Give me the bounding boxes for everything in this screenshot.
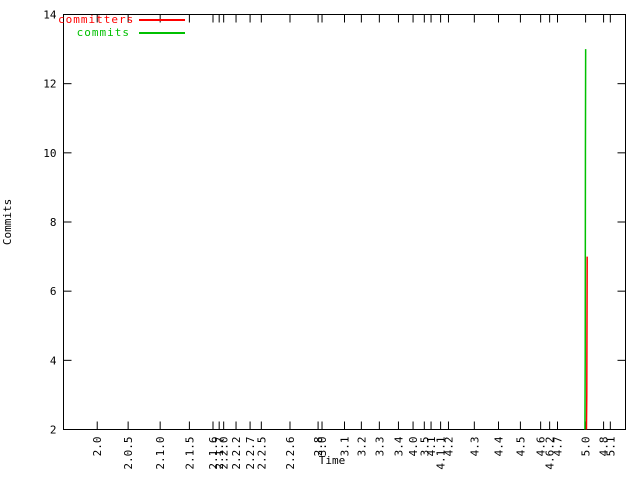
x-tick-label: 4.5 <box>514 437 527 457</box>
x-tick-label: 4.4 <box>492 436 505 456</box>
y-tick-label: 2 <box>50 424 57 437</box>
y-axis-title: Commits <box>1 199 14 245</box>
y-tick-label: 10 <box>43 147 56 160</box>
x-tick-label: 4.2 <box>442 437 455 457</box>
y-tick-label: 6 <box>50 285 57 298</box>
x-tick-label: 3.2 <box>355 437 368 457</box>
x-tick-label: 2.2.6 <box>284 437 297 470</box>
chart-area: Commits Time 2 4 6 8 10 12 14 2.0 2.0.5 2.1.0 2.1.… <box>0 0 640 480</box>
plot-svg: Commits Time 24681012142.0 2.0.5 2.1.0 2.1.… <box>1 9 626 470</box>
y-tick-label: 8 <box>50 216 57 229</box>
x-tick-label: 3.1 <box>339 437 352 457</box>
legend-item-commits: commits <box>58 26 185 39</box>
x-tick-label: 2.1.5 <box>183 437 196 470</box>
legend-label-committers: committers <box>58 13 135 26</box>
legend-line-commits <box>139 31 185 34</box>
x-tick-label: 2.0 <box>91 437 104 457</box>
series-line-commits <box>584 49 587 430</box>
legend-item-committers: committers <box>58 13 185 26</box>
x-tick-label: 4.7 <box>551 437 564 457</box>
legend-label-commits: commits <box>76 26 130 39</box>
plot-border <box>63 14 626 430</box>
x-tick-label: 5.0 <box>580 437 593 457</box>
y-tick-label: 12 <box>43 78 56 91</box>
x-tick-label: 2.2.0 <box>218 437 231 470</box>
series-line-committers <box>585 256 588 430</box>
legend: committers commits <box>58 13 185 39</box>
x-tick-label: 2.1.0 <box>154 437 167 470</box>
x-tick-label: 4.3 <box>468 437 481 457</box>
x-tick-label: 3.0 <box>316 437 329 457</box>
x-tick-label: 3.3 <box>373 437 386 457</box>
y-tick-label: 14 <box>43 9 57 22</box>
y-tick-label: 4 <box>50 354 57 367</box>
x-tick-label: 2.2.2 <box>230 437 243 470</box>
x-tick-label: 2.2.5 <box>255 437 268 470</box>
x-tick-label: 2.0.5 <box>122 437 135 470</box>
x-tick-label: 3.4 <box>392 436 405 456</box>
x-tick-label: 5.1 <box>604 437 617 457</box>
legend-line-committers <box>139 18 185 21</box>
